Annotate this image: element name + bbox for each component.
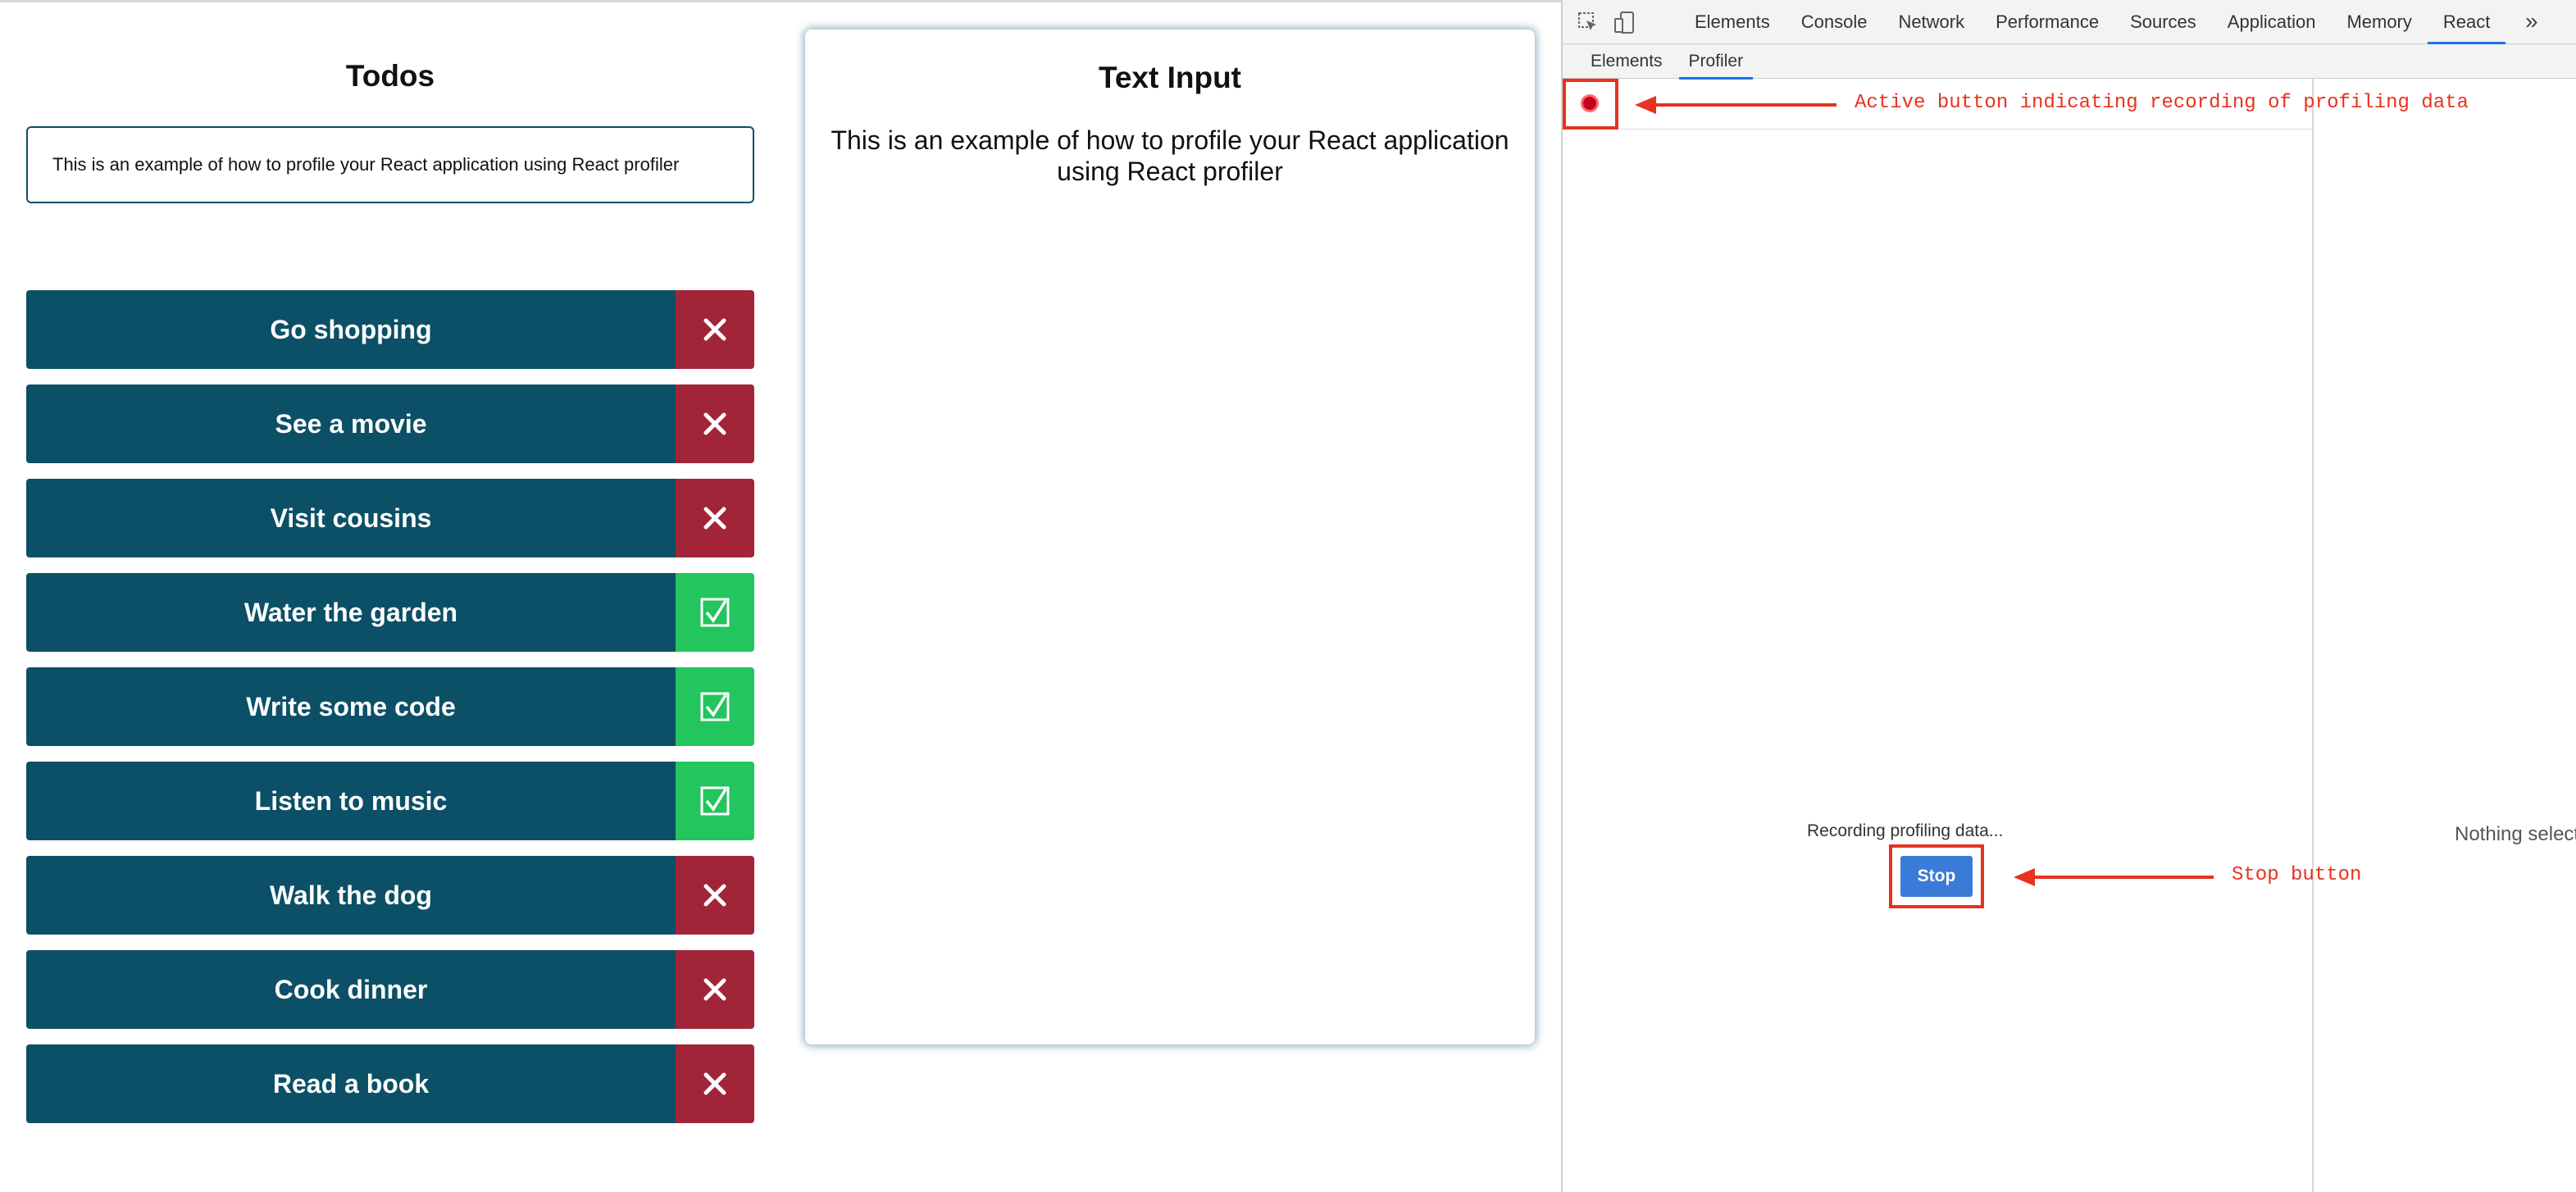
todo-item-label[interactable]: Listen to music bbox=[26, 762, 676, 840]
devtools-panel: Elements Console Network Performance Sources… bbox=[1561, 0, 2576, 1192]
todo-done-button[interactable] bbox=[676, 573, 754, 652]
record-annotation-arrow bbox=[1635, 96, 1836, 114]
todo-item-label[interactable]: Write some code bbox=[26, 667, 676, 746]
recording-status: Recording profiling data... bbox=[1807, 821, 2004, 840]
todo-list: Go shopping See a movie Visit cousins Water… bbox=[26, 290, 754, 1139]
device-toolbar-icon[interactable] bbox=[1613, 11, 1635, 39]
inspect-element-icon[interactable] bbox=[1577, 11, 1599, 37]
todos-title: Todos bbox=[345, 59, 435, 93]
tab-sources[interactable]: Sources bbox=[2114, 0, 2212, 44]
todo-item-label[interactable]: Read a book bbox=[26, 1044, 676, 1123]
todo-item: Read a book bbox=[26, 1044, 754, 1123]
checkbox-checked-icon bbox=[700, 598, 730, 627]
record-button[interactable] bbox=[1581, 94, 1599, 112]
todo-remove-button[interactable] bbox=[676, 1044, 754, 1123]
todo-item: Write some code bbox=[26, 667, 754, 746]
todo-item: Cook dinner bbox=[26, 950, 754, 1029]
close-icon bbox=[703, 318, 726, 341]
todo-item: Walk the dog bbox=[26, 856, 754, 935]
tab-elements[interactable]: Elements bbox=[1679, 0, 1786, 44]
close-icon bbox=[703, 884, 726, 907]
devtools-tabs: Elements Console Network Performance Sources… bbox=[1679, 0, 2506, 44]
todo-item-label[interactable]: Go shopping bbox=[26, 290, 676, 369]
record-button-highlight bbox=[1563, 79, 1618, 130]
todo-item: Visit cousins bbox=[26, 479, 754, 557]
todo-text-input[interactable] bbox=[26, 126, 754, 203]
stop-annotation-text: Stop button bbox=[2232, 864, 2362, 886]
devtools-toolbar: Elements Console Network Performance Sources… bbox=[1563, 0, 2576, 44]
text-input-title: Text Input bbox=[1098, 61, 1241, 94]
todo-item-label[interactable]: Visit cousins bbox=[26, 479, 676, 557]
tab-performance[interactable]: Performance bbox=[1980, 0, 2114, 44]
todo-item: Listen to music bbox=[26, 762, 754, 840]
browser-top-border bbox=[0, 0, 1561, 2]
todo-item: See a movie bbox=[26, 384, 754, 463]
todo-remove-button[interactable] bbox=[676, 290, 754, 369]
todo-remove-button[interactable] bbox=[676, 479, 754, 557]
stop-button-highlight: Stop bbox=[1889, 844, 1984, 908]
todo-item-label[interactable]: See a movie bbox=[26, 384, 676, 463]
screen: Todos Go shopping See a movie Visit cousin… bbox=[0, 0, 2576, 1192]
todo-remove-button[interactable] bbox=[676, 950, 754, 1029]
checkbox-checked-icon bbox=[700, 692, 730, 721]
checkbox-checked-icon bbox=[700, 786, 730, 816]
more-tabs-icon[interactable]: » bbox=[2525, 8, 2538, 34]
close-icon bbox=[703, 978, 726, 1001]
tab-console[interactable]: Console bbox=[1786, 0, 1883, 44]
subtab-elements[interactable]: Elements bbox=[1581, 44, 1673, 79]
subtab-profiler[interactable]: Profiler bbox=[1678, 44, 1754, 80]
todo-done-button[interactable] bbox=[676, 762, 754, 840]
todo-done-button[interactable] bbox=[676, 667, 754, 746]
tab-memory[interactable]: Memory bbox=[2331, 0, 2427, 44]
todo-item: Water the garden bbox=[26, 573, 754, 652]
tab-network[interactable]: Network bbox=[1882, 0, 1980, 44]
todo-item: Go shopping bbox=[26, 290, 754, 369]
todo-remove-button[interactable] bbox=[676, 384, 754, 463]
close-icon bbox=[703, 1072, 726, 1095]
record-annotation-text: Active button indicating recording of pr… bbox=[1855, 92, 2469, 114]
react-subtabs: Elements Profiler bbox=[1563, 44, 2576, 80]
tab-application[interactable]: Application bbox=[2212, 0, 2332, 44]
tab-react[interactable]: React bbox=[2427, 0, 2506, 44]
todo-item-label[interactable]: Cook dinner bbox=[26, 950, 676, 1029]
text-input-preview: This is an example of how to profile you… bbox=[831, 125, 1509, 186]
todo-item-label[interactable]: Water the garden bbox=[26, 573, 676, 652]
text-input-card: Text Input This is an example of how to … bbox=[805, 30, 1535, 1044]
close-icon bbox=[703, 412, 726, 435]
todo-item-label[interactable]: Walk the dog bbox=[26, 856, 676, 935]
close-icon bbox=[703, 507, 726, 530]
todo-remove-button[interactable] bbox=[676, 856, 754, 935]
stop-annotation-arrow bbox=[2014, 868, 2214, 886]
nothing-selected-text: Nothing selected bbox=[2455, 823, 2576, 845]
panel-divider[interactable] bbox=[2312, 79, 2314, 1192]
stop-button[interactable]: Stop bbox=[1900, 856, 1973, 897]
